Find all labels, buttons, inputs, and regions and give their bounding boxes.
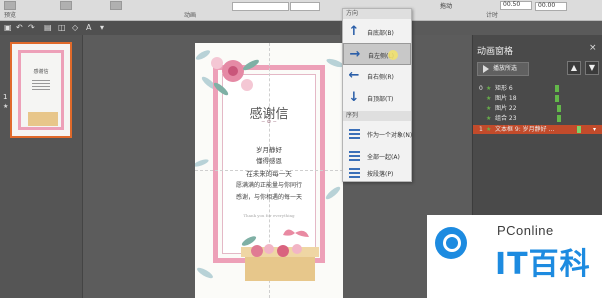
all-at-once-icon — [346, 149, 360, 161]
timing-bar — [555, 85, 559, 92]
thumbnail-text-lines — [32, 78, 50, 96]
move-up-button[interactable]: ▲ — [567, 61, 581, 75]
slide[interactable]: 感谢信 ~ ✿ ~ 岁月静好 懂得感恩 在未来的每一天 愿满满的正能量与你同行 … — [195, 43, 343, 298]
menu-item-label: 全部一起(A) — [367, 154, 400, 161]
menu-item-label: 自底部(B) — [367, 30, 394, 37]
animation-list-item[interactable]: ★ 组合 23 — [473, 114, 602, 123]
menu-item-from-left[interactable]: → 自左侧(L) — [343, 43, 411, 65]
preview-icon[interactable] — [4, 1, 16, 10]
flower-bouquet-image — [211, 57, 259, 96]
effect-icon[interactable] — [110, 1, 122, 10]
direction-header: 方向 — [343, 9, 411, 19]
poem-line: 岁月静好 — [256, 146, 282, 154]
timing-bar — [555, 95, 559, 102]
group-preview-label: 预览 — [4, 12, 17, 19]
timing-bar — [557, 115, 561, 122]
group-animation-label: 动画 — [184, 12, 197, 19]
play-selected-label: 播放所选 — [493, 65, 518, 72]
pane-title: 动画窗格 — [477, 47, 514, 57]
animation-list-item[interactable]: ★ 图片 22 — [473, 104, 602, 113]
arrow-left-icon: ← — [348, 68, 360, 83]
image-icon[interactable]: ◫ — [58, 23, 66, 32]
open-icon[interactable]: ▤ — [44, 23, 52, 32]
menu-item-from-bottom[interactable]: ↑ 自底部(B) — [343, 21, 411, 43]
trigger-field[interactable] — [232, 2, 289, 11]
quick-access-toolbar: ▣ ↶ ↷ ▤ ◫ ◇ A ▾ — [0, 21, 340, 35]
menu-item-from-top[interactable]: ↓ 自顶部(T) — [343, 87, 411, 109]
poem-line: 愿满满的正能量与你同行 — [235, 182, 302, 189]
menu-item-label: 按段落(P) — [367, 171, 394, 178]
save-icon[interactable]: ▣ — [4, 23, 12, 32]
undo-icon[interactable]: ↶ — [16, 23, 23, 32]
thumbnail-gift-box — [28, 112, 58, 126]
as-one-object-icon — [346, 127, 360, 139]
effect-icon[interactable] — [60, 1, 72, 10]
menu-item-label: 自右侧(R) — [367, 74, 394, 81]
slide-number: 1 — [3, 93, 8, 101]
title-ornament: ~ ✿ ~ — [261, 119, 277, 125]
arrow-down-icon: ↓ — [348, 90, 360, 105]
animation-star-icon: ★ — [486, 95, 492, 102]
watermark-brand-cn: IT百科 — [495, 247, 591, 282]
poem-line: 懂得感恩 — [256, 157, 282, 165]
sequence-header: 序列 — [343, 111, 411, 121]
group-timing-label: 计时 — [486, 12, 499, 19]
pconline-logo-icon — [435, 227, 467, 259]
pconline-watermark: PConline IT百科 — [427, 215, 602, 298]
chevron-down-icon[interactable]: ▾ — [593, 125, 596, 134]
duration-field[interactable]: 00.50 — [500, 1, 532, 10]
move-down-button[interactable]: ▼ — [585, 61, 599, 75]
menu-item-from-right[interactable]: ← 自右侧(R) — [343, 65, 411, 87]
animation-list-item[interactable]: ★ 图片 18 — [473, 94, 602, 103]
play-selected-button[interactable]: 播放所选 — [477, 62, 529, 76]
animation-list-item[interactable]: 0 ★ 矩形 6 — [473, 84, 602, 93]
arrow-right-icon: → — [349, 47, 361, 62]
thumbnail-title: 感谢信 — [33, 69, 49, 75]
by-paragraph-icon — [346, 166, 360, 178]
play-icon — [483, 65, 489, 73]
slide-thumbnail[interactable]: 感谢信 — [10, 42, 72, 138]
menu-item-as-one-object[interactable]: 作为一个对象(N) — [343, 123, 413, 145]
poem-line: 在未来的每一天 — [246, 170, 292, 178]
gift-box-image — [241, 229, 319, 281]
menu-item-by-paragraph[interactable]: 按段落(P) — [343, 162, 411, 180]
text-icon[interactable]: A — [86, 23, 91, 32]
watermark-brand-en: PConline — [497, 223, 554, 238]
arrow-up-icon: ↑ — [348, 24, 360, 39]
animation-list-item-selected[interactable]: 1 ★ 文本框 9: 岁月静好 … ▾ — [473, 125, 602, 134]
delay-field[interactable]: 00.00 — [535, 2, 567, 11]
dropdown-icon[interactable]: ▾ — [100, 23, 104, 32]
animation-star-icon: ★ — [486, 126, 492, 133]
menu-item-label: 作为一个对象(N) — [367, 132, 413, 139]
animation-star-icon: ★ — [486, 85, 492, 92]
poem-line: 感谢，与你相遇的每一天 — [235, 194, 302, 201]
animation-painter-field[interactable] — [290, 2, 320, 11]
redo-icon[interactable]: ↷ — [28, 23, 35, 32]
slide-footer-text: Thank you for everything — [243, 213, 295, 218]
ribbon: 拖动 00.50 00.00 预览 动画 计时 — [0, 0, 602, 21]
shape-icon[interactable]: ◇ — [72, 23, 78, 32]
timing-bar — [577, 126, 581, 133]
effect-options-menu: 方向 ↑ 自底部(B) → 自左侧(L) ← 自右侧(R) ↓ 自顶部(T) 序… — [342, 8, 412, 182]
menu-item-label: 自顶部(T) — [367, 96, 394, 103]
close-icon[interactable]: × — [589, 43, 597, 53]
animation-star-icon: ★ — [486, 105, 492, 112]
cursor-highlight — [388, 50, 398, 60]
animation-star-icon: ★ — [486, 115, 492, 122]
start-label: 拖动 — [440, 3, 453, 10]
timing-bar — [557, 105, 561, 112]
animation-star-icon: ★ — [3, 103, 9, 110]
